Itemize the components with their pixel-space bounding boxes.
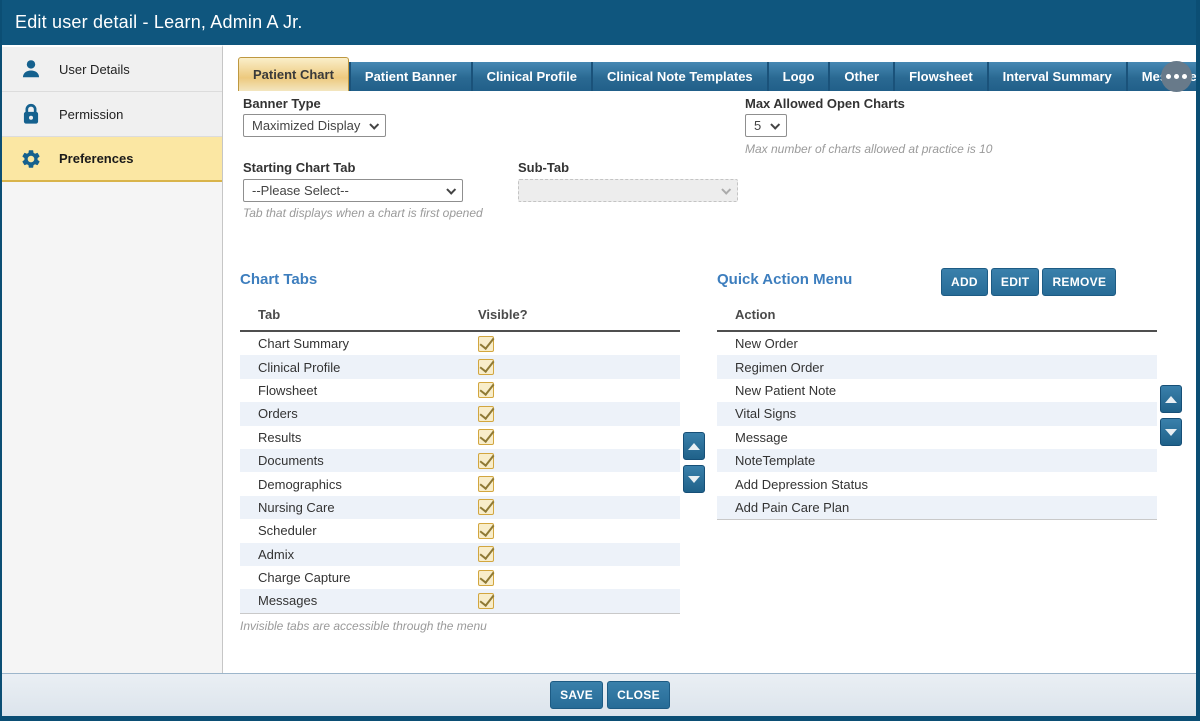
visible-checkbox[interactable] [478, 546, 494, 562]
table-row: Results [240, 426, 680, 449]
visible-checkbox[interactable] [478, 406, 494, 422]
list-item[interactable]: NoteTemplate [717, 449, 1157, 472]
preferences-content: Banner Type Maximized Display Max Allowe… [223, 91, 1196, 716]
visible-checkbox[interactable] [478, 382, 494, 398]
list-item[interactable]: New Patient Note [717, 379, 1157, 402]
max-open-charts-select[interactable]: 5 [745, 114, 787, 137]
arrow-up-icon [688, 443, 700, 450]
arrow-down-icon [1165, 429, 1177, 436]
starting-chart-tab-select[interactable]: --Please Select-- [243, 179, 463, 202]
starting-chart-tab-label: Starting Chart Tab [243, 160, 355, 175]
user-icon [19, 57, 43, 81]
tab-patient-chart[interactable]: Patient Chart [238, 57, 349, 91]
visible-checkbox[interactable] [478, 429, 494, 445]
sidebar-item-preferences[interactable]: Preferences [2, 137, 222, 182]
chart-tabs-move-up-button[interactable] [683, 432, 705, 460]
sidebar-item-label: User Details [59, 62, 130, 77]
chevron-down-icon [770, 120, 780, 130]
list-item[interactable]: Message [717, 426, 1157, 449]
table-row: Clinical Profile [240, 355, 680, 378]
quick-action-menu-title: Quick Action Menu [717, 271, 852, 288]
tab-other[interactable]: Other [830, 62, 893, 91]
visible-checkbox[interactable] [478, 359, 494, 375]
table-row: Chart Summary [240, 332, 680, 355]
visible-checkbox[interactable] [478, 499, 494, 515]
chart-tabs-header: Tab Visible? [240, 303, 680, 332]
visible-checkbox[interactable] [478, 593, 494, 609]
table-row: Documents [240, 449, 680, 472]
table-row: Flowsheet [240, 379, 680, 402]
sub-tab-select [518, 179, 738, 202]
list-item[interactable]: Regimen Order [717, 355, 1157, 378]
add-button[interactable]: ADD [941, 268, 988, 296]
chart-tabs-table: Tab Visible? Chart Summary Clinical Prof… [240, 303, 680, 614]
remove-button[interactable]: REMOVE [1042, 268, 1116, 296]
table-row: Orders [240, 402, 680, 425]
edit-button[interactable]: EDIT [991, 268, 1040, 296]
arrow-up-icon [1165, 396, 1177, 403]
close-button[interactable]: CLOSE [607, 681, 670, 709]
tab-bar: Patient Chart Patient Banner Clinical Pr… [223, 57, 1196, 91]
quick-action-table: Action New Order Regimen Order New Patie… [717, 303, 1157, 520]
tab-clinical-note-templates[interactable]: Clinical Note Templates [593, 62, 767, 91]
lock-icon [19, 102, 43, 126]
visible-checkbox[interactable] [478, 523, 494, 539]
visible-checkbox[interactable] [478, 476, 494, 492]
quick-action-move-down-button[interactable] [1160, 418, 1182, 446]
chevron-down-icon [369, 120, 379, 130]
chart-tabs-title: Chart Tabs [240, 271, 317, 288]
window-title: Edit user detail - Learn, Admin A Jr. [15, 12, 303, 33]
tab-patient-banner[interactable]: Patient Banner [351, 62, 471, 91]
tab-flowsheet[interactable]: Flowsheet [895, 62, 987, 91]
sidebar-item-permission[interactable]: Permission [2, 92, 222, 137]
arrow-down-icon [688, 476, 700, 483]
edit-user-detail-window: Edit user detail - Learn, Admin A Jr. Us… [0, 0, 1200, 721]
table-row: Admix [240, 543, 680, 566]
column-header-action: Action [735, 307, 775, 322]
list-item[interactable]: Add Pain Care Plan [717, 496, 1157, 519]
banner-type-select[interactable]: Maximized Display [243, 114, 386, 137]
ellipsis-icon [1174, 74, 1179, 79]
sidebar-item-label: Preferences [59, 151, 133, 166]
max-open-charts-hint: Max number of charts allowed at practice… [745, 142, 992, 156]
tab-clinical-profile[interactable]: Clinical Profile [473, 62, 591, 91]
table-row: Scheduler [240, 519, 680, 542]
sub-tab-label: Sub-Tab [518, 160, 569, 175]
max-open-charts-label: Max Allowed Open Charts [745, 96, 905, 111]
footer-bar: SAVE CLOSE [2, 673, 1196, 716]
gear-icon [19, 147, 43, 171]
tab-interval-summary[interactable]: Interval Summary [989, 62, 1126, 91]
table-row: Nursing Care [240, 496, 680, 519]
chart-tabs-move-down-button[interactable] [683, 465, 705, 493]
table-row: Charge Capture [240, 566, 680, 589]
chart-tabs-footnote: Invisible tabs are accessible through th… [240, 619, 487, 633]
list-item[interactable]: Add Depression Status [717, 472, 1157, 495]
main-panel: Patient Chart Patient Banner Clinical Pr… [223, 45, 1196, 716]
window-title-bar: Edit user detail - Learn, Admin A Jr. [2, 0, 1196, 45]
sidebar-item-label: Permission [59, 107, 123, 122]
visible-checkbox[interactable] [478, 570, 494, 586]
visible-checkbox[interactable] [478, 453, 494, 469]
tab-overflow-button[interactable] [1161, 61, 1192, 92]
list-item[interactable]: New Order [717, 332, 1157, 355]
starting-chart-tab-hint: Tab that displays when a chart is first … [243, 206, 483, 220]
visible-checkbox[interactable] [478, 336, 494, 352]
banner-type-label: Banner Type [243, 96, 321, 111]
sidebar: User Details Permission Preferences [2, 45, 223, 716]
table-row: Demographics [240, 472, 680, 495]
chevron-down-icon [721, 185, 731, 195]
tab-logo[interactable]: Logo [769, 62, 829, 91]
column-header-visible: Visible? [478, 307, 528, 322]
save-button[interactable]: SAVE [550, 681, 603, 709]
list-item[interactable]: Vital Signs [717, 402, 1157, 425]
quick-action-header: Action [717, 303, 1157, 332]
column-header-tab: Tab [258, 307, 478, 322]
quick-action-move-up-button[interactable] [1160, 385, 1182, 413]
chevron-down-icon [446, 185, 456, 195]
table-row: Messages [240, 589, 680, 612]
sidebar-item-user-details[interactable]: User Details [2, 47, 222, 92]
